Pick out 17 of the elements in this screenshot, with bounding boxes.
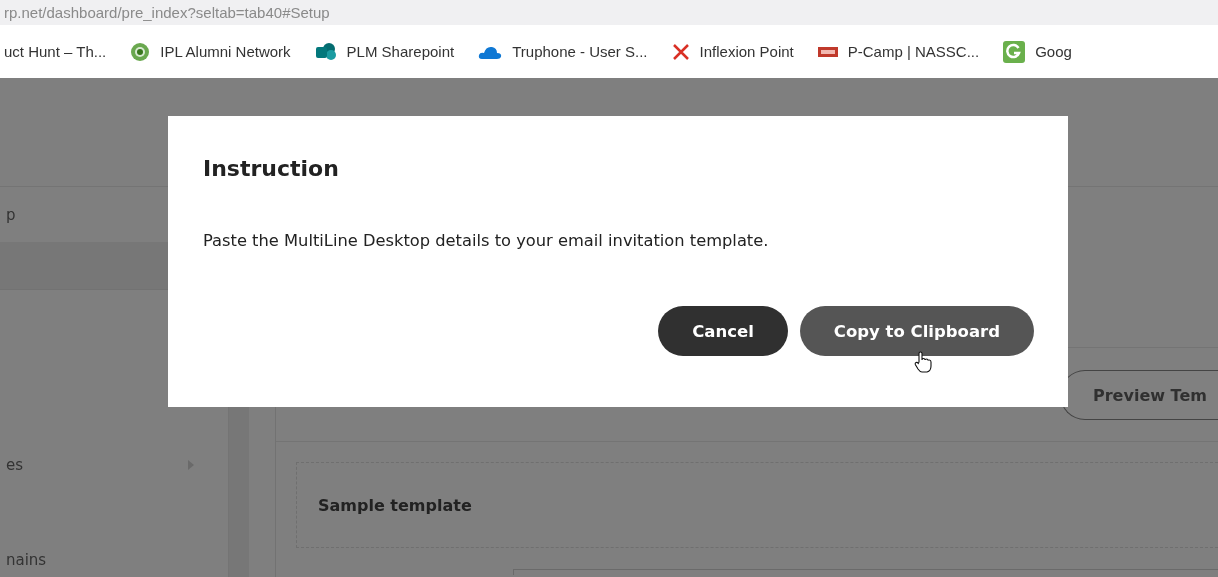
bookmark-link[interactable]: Truphone - User S... — [512, 43, 648, 60]
letter-g-icon — [1003, 40, 1026, 63]
bookmark-link[interactable]: PLM Sharepoint — [346, 43, 455, 60]
dialog-title: Instruction — [203, 156, 340, 181]
bookmark-link[interactable]: uct Hunt – Th... — [4, 43, 107, 60]
url-text: rp.net/dashboard/pre_index?seltab=tab40#Setup — [4, 4, 330, 21]
copy-button[interactable]: Copy to Clipboard — [799, 306, 1034, 356]
cross-icon — [671, 42, 690, 61]
sample-template-heading: Sample template — [318, 495, 472, 515]
dialog-message: Paste the MultiLine Desktop details to your email invitation template. — [203, 231, 770, 250]
bookmark-link[interactable]: IPL Alumni Network — [160, 43, 291, 60]
ring-icon — [130, 41, 151, 62]
bookmark-link[interactable]: Inflexion Point — [699, 43, 794, 60]
cancel-button[interactable]: Cancel — [658, 306, 788, 356]
bookmark-link[interactable]: P-Camp | NASSC... — [847, 43, 980, 60]
bookmark-link[interactable]: Goog — [1035, 43, 1072, 60]
hand-cursor-icon — [913, 351, 932, 373]
